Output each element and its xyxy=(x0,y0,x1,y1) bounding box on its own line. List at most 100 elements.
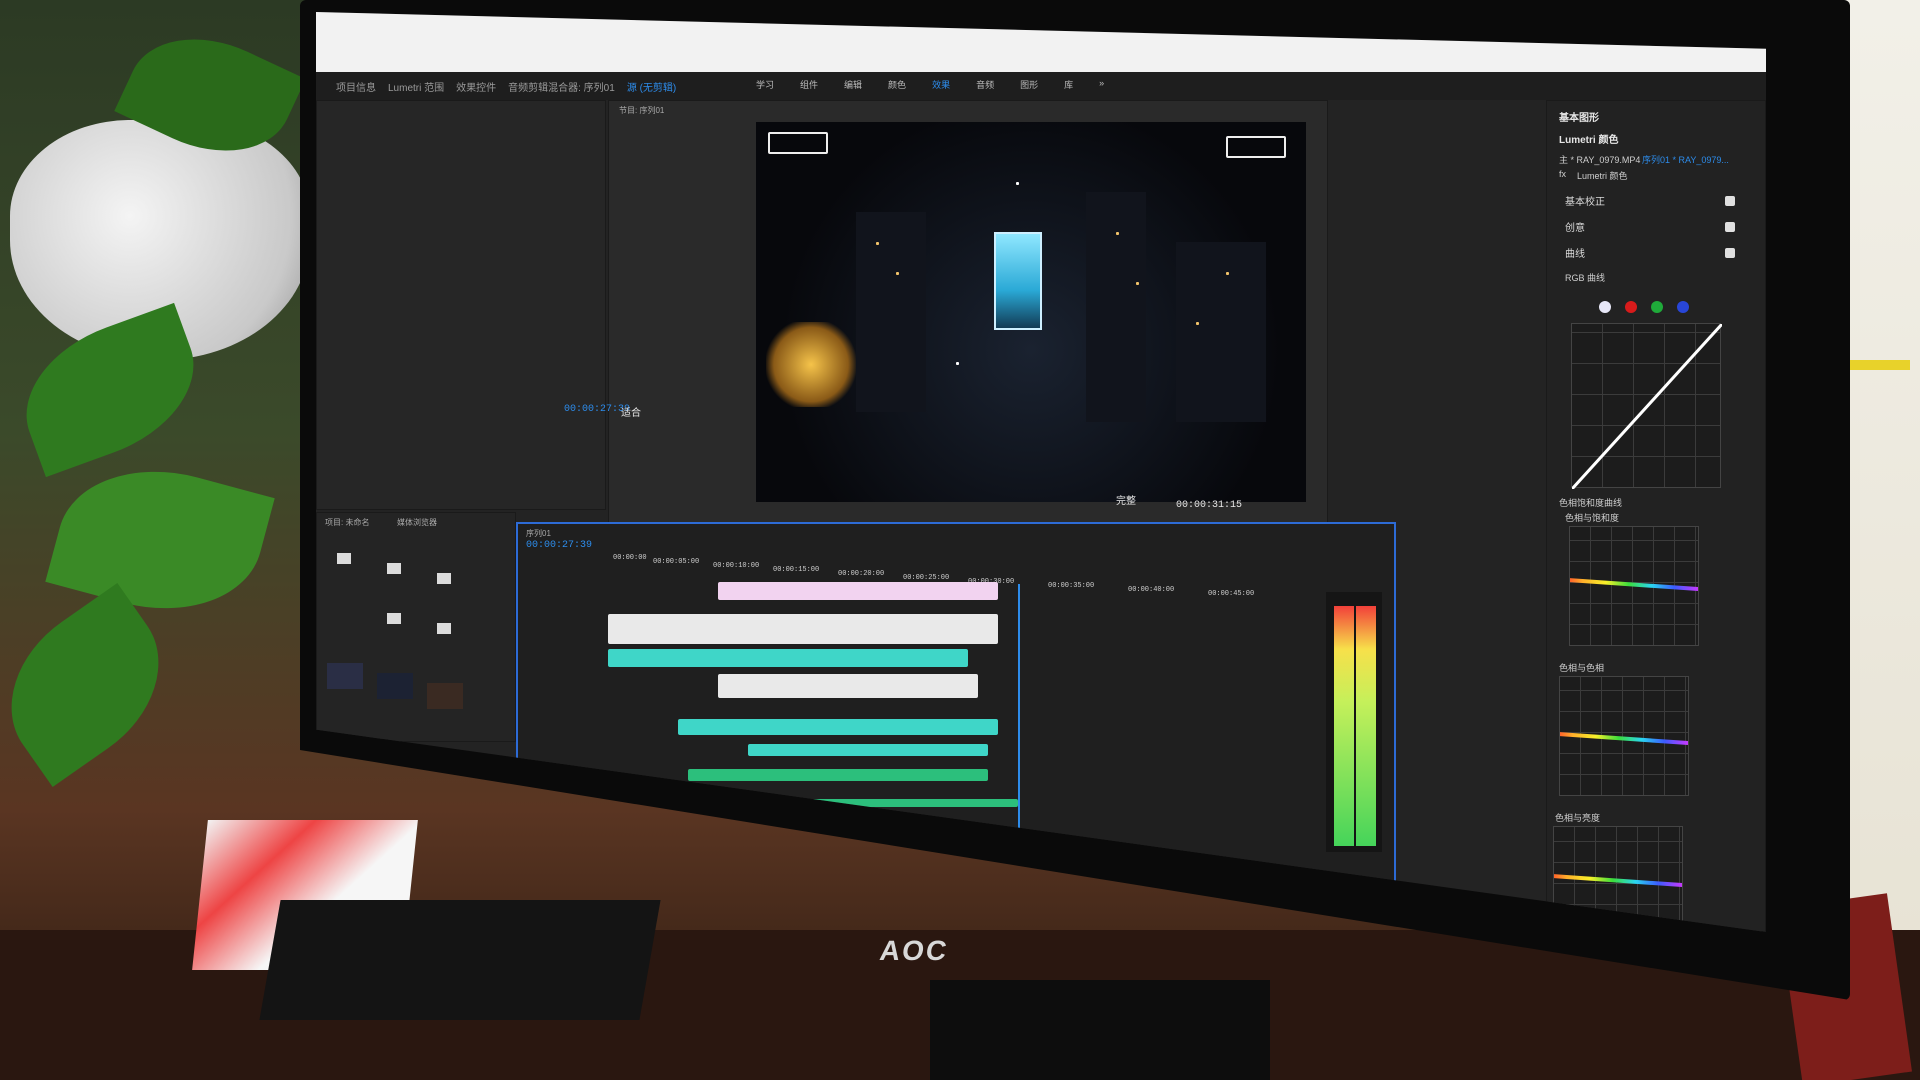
channel-green-dot[interactable] xyxy=(1651,301,1663,313)
tab-lumetri-scopes[interactable]: Lumetri 范围 xyxy=(388,79,444,94)
hue-vs-hue-graph[interactable] xyxy=(1559,676,1689,796)
title-clip[interactable] xyxy=(718,582,998,600)
ruler-tick: 00:00:40:00 xyxy=(1128,586,1175,594)
section-creative[interactable]: 创意 xyxy=(1565,219,1735,234)
program-duration-timecode: 00:00:31:15 xyxy=(1176,500,1243,511)
folder-icon[interactable] xyxy=(437,573,451,584)
workspace-color[interactable]: 颜色 xyxy=(888,78,906,91)
rgb-curve-label[interactable]: RGB 曲线 xyxy=(1565,271,1605,284)
channel-red-dot[interactable] xyxy=(1625,301,1637,313)
folder-icon[interactable] xyxy=(387,563,401,574)
audio-meter-right xyxy=(1356,606,1376,846)
workspace-editing[interactable]: 编辑 xyxy=(844,78,862,91)
ruler-tick: 00:00:20:00 xyxy=(838,570,885,578)
monitor-brand-logo: AOC xyxy=(877,935,951,966)
section-curves[interactable]: 曲线 xyxy=(1565,245,1735,260)
folder-icon[interactable] xyxy=(387,613,401,624)
city-light xyxy=(876,242,879,245)
ruler-tick: 00:00:15:00 xyxy=(773,566,820,574)
workspace-learn[interactable]: 学习 xyxy=(756,78,774,91)
lumetri-color-panel: 基本图形 Lumetri 颜色 主 * RAY_0979.MP4 序列01 * … xyxy=(1546,100,1766,932)
ruler-tick: 00:00:00 xyxy=(613,554,647,562)
workspace-libraries[interactable]: 库 xyxy=(1064,78,1073,91)
timeline-timecode: 00:00:27:39 xyxy=(526,540,593,551)
tab-audio-mixer[interactable]: 音频剪辑混合器: 序列01 xyxy=(508,79,615,94)
hue-vs-sat-graph[interactable] xyxy=(1569,526,1699,646)
hue-spectrum-line xyxy=(1560,731,1688,747)
media-browser-tab[interactable]: 媒体浏览器 xyxy=(397,517,437,528)
project-panel: 项目: 未命名 媒体浏览器 xyxy=(316,512,516,742)
city-light xyxy=(1116,232,1119,235)
city-light xyxy=(1136,282,1139,285)
project-tab[interactable]: 项目: 未命名 xyxy=(325,517,369,528)
program-quality-dropdown[interactable]: 完整 xyxy=(1116,492,1136,508)
tab-effect-controls[interactable]: 效果控件 xyxy=(456,79,496,94)
city-light xyxy=(956,362,959,365)
tab-project-info[interactable]: 项目信息 xyxy=(336,79,376,94)
workspace-graphics[interactable]: 图形 xyxy=(1020,78,1038,91)
section-enable-checkbox[interactable] xyxy=(1725,195,1735,206)
ruler-tick: 00:00:45:00 xyxy=(1208,590,1255,598)
fx-icon: fx xyxy=(1559,169,1567,179)
hue-vs-luma-label: 色相与亮度 xyxy=(1555,813,1601,823)
channel-blue-dot[interactable] xyxy=(1677,301,1689,313)
section-enable-checkbox[interactable] xyxy=(1725,221,1735,232)
section-label: 创意 xyxy=(1565,223,1585,234)
audio-clip[interactable] xyxy=(688,769,988,781)
timeline-tab[interactable]: 序列01 xyxy=(526,528,551,539)
workspace-assembly[interactable]: 组件 xyxy=(800,78,818,91)
section-basic-correction[interactable]: 基本校正 xyxy=(1565,193,1735,208)
clip-thumbnail[interactable] xyxy=(327,663,363,689)
ruler-tick: 00:00:05:00 xyxy=(653,558,700,566)
video-clip[interactable] xyxy=(608,614,998,644)
folder-icon[interactable] xyxy=(437,623,451,634)
building xyxy=(1086,192,1146,422)
clip-thumbnail[interactable] xyxy=(377,673,413,699)
curve-line-icon xyxy=(1570,322,1724,491)
city-light xyxy=(896,272,899,275)
master-clip-label[interactable]: 主 * RAY_0979.MP4 xyxy=(1559,153,1640,166)
ruler-tick: 00:00:10:00 xyxy=(713,562,760,570)
curve-channel-selector xyxy=(1599,301,1689,313)
source-monitor-panel xyxy=(316,100,606,510)
video-clip[interactable] xyxy=(718,674,978,698)
sequence-clip-label[interactable]: 序列01 * RAY_0979... xyxy=(1642,153,1729,166)
hue-spectrum-line xyxy=(1554,873,1682,889)
program-fit-dropdown[interactable]: 适合 xyxy=(621,404,641,420)
section-label: 曲线 xyxy=(1565,249,1585,260)
effect-dropdown[interactable]: Lumetri 颜色 xyxy=(1577,169,1628,182)
program-video-frame xyxy=(756,122,1306,502)
billboard xyxy=(994,232,1042,330)
folder-icon[interactable] xyxy=(337,553,351,564)
program-tab[interactable]: 节目: 序列01 xyxy=(619,105,664,116)
audio-meter-left xyxy=(1334,606,1354,846)
clip-thumbnail[interactable] xyxy=(427,683,463,709)
audio-clip[interactable] xyxy=(748,744,988,756)
hue-spectrum-line xyxy=(1570,577,1698,593)
hue-vs-sat-label: 色相与饱和度 xyxy=(1565,513,1620,523)
video-clip[interactable] xyxy=(608,649,968,667)
audio-meter xyxy=(1326,592,1382,852)
lumetri-color-tab[interactable]: Lumetri 颜色 xyxy=(1559,131,1618,146)
section-label: 基本校正 xyxy=(1565,197,1605,208)
building xyxy=(856,212,926,412)
ruler-tick: 00:00:35:00 xyxy=(1048,582,1095,590)
tab-source[interactable]: 源 (无剪辑) xyxy=(627,79,676,94)
black-case xyxy=(259,900,661,1020)
ruler-tick: 00:00:25:00 xyxy=(903,574,950,582)
channel-white-dot[interactable] xyxy=(1599,301,1611,313)
watermark-logo-left xyxy=(768,132,828,154)
city-light xyxy=(1016,182,1019,185)
building xyxy=(1176,242,1266,422)
city-light xyxy=(1196,322,1199,325)
section-enable-checkbox[interactable] xyxy=(1725,247,1735,258)
audio-clip[interactable] xyxy=(678,719,998,735)
workspace-more-icon[interactable]: » xyxy=(1099,78,1104,91)
hue-sat-curves-label[interactable]: 色相饱和度曲线 xyxy=(1559,496,1622,509)
watermark-logo-right xyxy=(1226,136,1286,158)
rgb-curve-graph[interactable] xyxy=(1570,322,1724,491)
essential-graphics-tab[interactable]: 基本图形 xyxy=(1559,109,1599,124)
workspace-audio[interactable]: 音频 xyxy=(976,78,994,91)
monitor-stand xyxy=(930,980,1270,1080)
workspace-effects[interactable]: 效果 xyxy=(932,78,950,91)
